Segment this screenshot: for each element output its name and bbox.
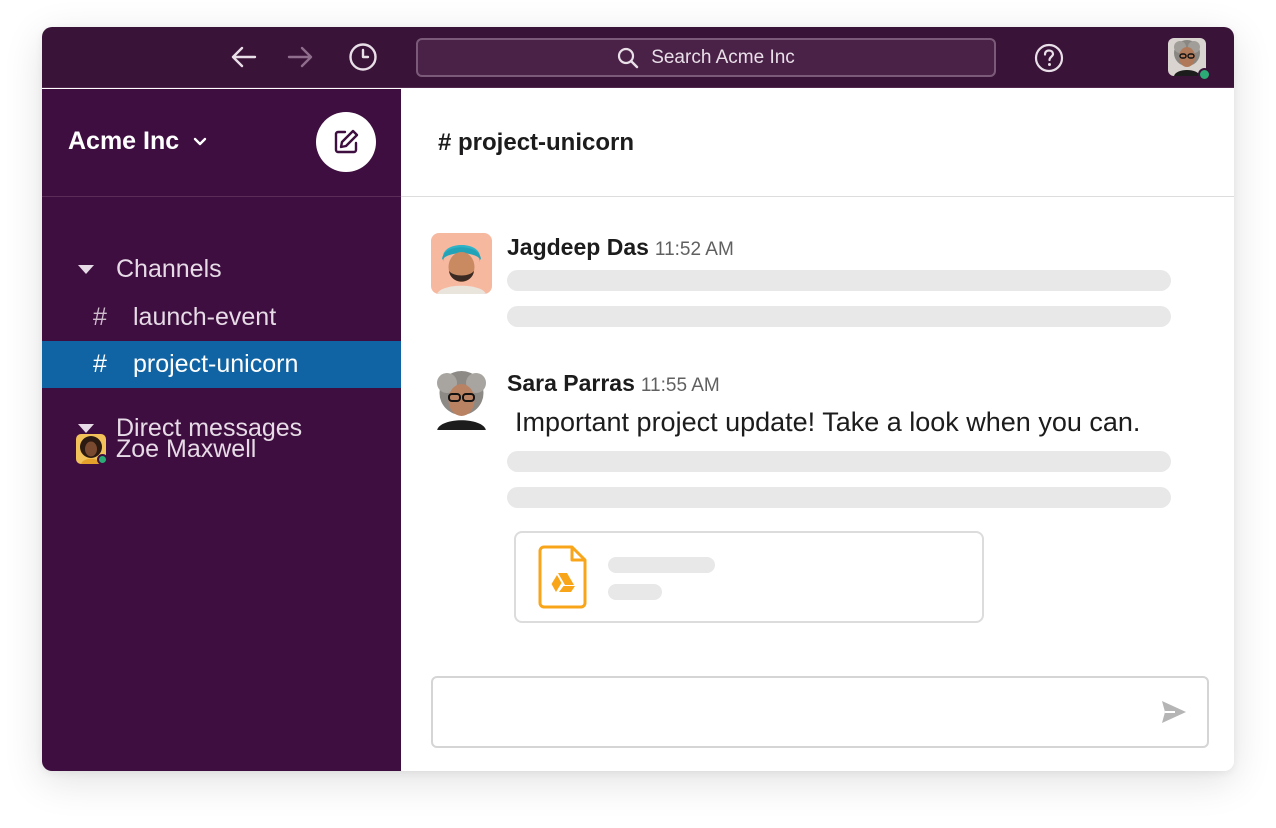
file-meta-placeholder [608, 584, 662, 600]
forward-arrow-icon[interactable] [284, 41, 316, 73]
help-icon [1034, 43, 1064, 73]
sidebar-item-launch-event[interactable]: # launch-event [42, 294, 401, 341]
search-placeholder: Search Acme Inc [651, 46, 795, 68]
message-text: Important project update! Take a look wh… [515, 407, 1141, 437]
channel-name: launch-event [133, 303, 277, 331]
chevron-down-icon [193, 137, 207, 147]
presence-indicator [1198, 68, 1211, 81]
dm-name: Zoe Maxwell [116, 434, 257, 463]
hash-icon: # [93, 350, 107, 378]
channels-section-toggle[interactable]: Channels [78, 255, 222, 284]
caret-down-icon [78, 424, 94, 433]
user-avatar[interactable] [1168, 38, 1211, 81]
history-clock-icon[interactable] [347, 41, 379, 73]
sidebar: Acme Inc Channels # launch-event # proje… [42, 89, 401, 771]
send-icon[interactable] [1161, 700, 1187, 729]
message-placeholder-line [507, 451, 1171, 472]
author-name: Jagdeep Das [507, 234, 649, 260]
message-placeholder-line [507, 306, 1171, 327]
message-author[interactable]: Sara Parras 11:55 AM [507, 370, 720, 397]
author-name: Sara Parras [507, 370, 635, 396]
sidebar-item-project-unicorn[interactable]: # project-unicorn [42, 341, 401, 388]
message-author[interactable]: Jagdeep Das 11:52 AM [507, 234, 734, 261]
hash-icon: # [93, 303, 107, 331]
workspace-header: Acme Inc [42, 89, 401, 197]
search-icon [617, 47, 639, 69]
compose-icon [334, 129, 359, 154]
message-composer[interactable] [431, 676, 1209, 748]
message-placeholder-line [507, 487, 1171, 508]
message-timestamp[interactable]: 11:55 AM [641, 375, 720, 396]
avatar [76, 434, 108, 465]
workspace-switcher[interactable]: Acme Inc [68, 127, 207, 156]
top-bar: Search Acme Inc [42, 27, 1234, 88]
avatar[interactable] [431, 233, 492, 294]
back-arrow-icon[interactable] [228, 41, 260, 73]
app-window: Search Acme Inc Acme Inc Channels # laun… [42, 27, 1234, 771]
help-button[interactable] [1032, 41, 1066, 75]
message-timestamp[interactable]: 11:52 AM [655, 239, 734, 260]
channel-view: # project-unicorn Jagdeep Das 11:52 AM S… [401, 89, 1234, 771]
channels-label: Channels [116, 255, 222, 283]
file-attachment[interactable] [514, 531, 984, 623]
compose-button[interactable] [316, 112, 376, 172]
message-placeholder-line [507, 270, 1171, 291]
workspace-name: Acme Inc [68, 127, 180, 155]
file-name-placeholder [608, 557, 715, 573]
presence-indicator [97, 454, 108, 465]
caret-down-icon [78, 265, 94, 274]
channel-title[interactable]: # project-unicorn [438, 129, 634, 157]
sidebar-item-zoe-maxwell[interactable]: Zoe Maxwell [76, 434, 257, 465]
search-bar[interactable]: Search Acme Inc [416, 38, 996, 77]
avatar[interactable] [431, 369, 492, 430]
channel-header: # project-unicorn [401, 89, 1234, 197]
google-drive-file-icon [538, 545, 588, 614]
channel-name: project-unicorn [133, 350, 299, 378]
